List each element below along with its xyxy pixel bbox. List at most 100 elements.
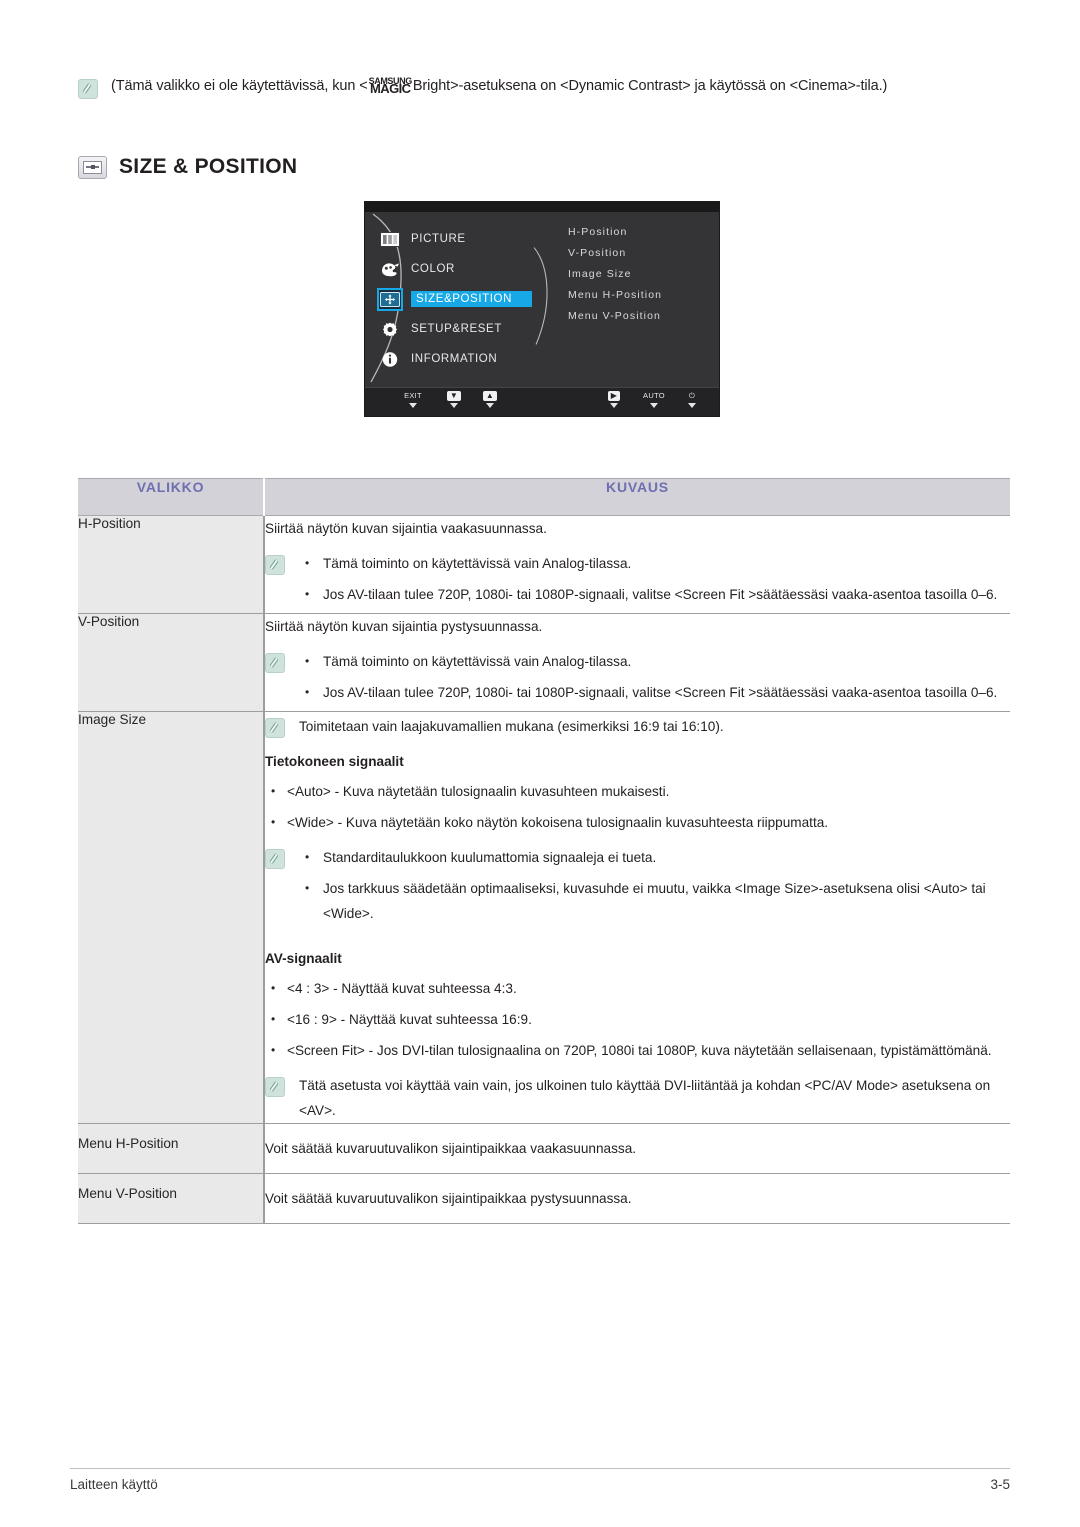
osd-button-auto-label: AUTO [643, 391, 665, 400]
table-cell-description: Voit säätää kuvaruutuvalikon sijaintipai… [264, 1173, 1010, 1224]
table-header-description: KUVAUS [264, 478, 1010, 516]
osd-button-power[interactable]: ⏻ [677, 391, 707, 408]
note-gutter [265, 649, 299, 676]
table-row: H-Position Siirtää näytön kuvan sijainti… [78, 515, 1010, 614]
osd-menu-item-setup-reset[interactable]: SETUP&RESET [379, 314, 569, 344]
bullet-item: <16 : 9> - Näyttää kuvat suhteessa 16:9. [265, 1007, 1010, 1032]
note-bullet: Jos tarkkuus säädetään optimaaliseksi, k… [299, 876, 1010, 926]
note-body: Standarditaulukkoon kuulumattomia signaa… [299, 845, 1010, 932]
top-note-text: (Tämä valikko ei ole käytettävissä, kun … [111, 76, 887, 96]
osd-submenu-item[interactable]: Menu V-Position [568, 306, 718, 327]
note-body: Tämä toiminto on käytettävissä vain Anal… [299, 551, 1010, 613]
osd-submenu-item[interactable]: Menu H-Position [568, 285, 718, 306]
row-lead-text: Siirtää näytön kuvan sijaintia pystysuun… [265, 619, 543, 634]
note-block: Tätä asetusta voi käyttää vain vain, jos… [265, 1073, 1010, 1123]
table-cell-description: Siirtää näytön kuvan sijaintia vaakasuun… [264, 515, 1010, 614]
osd-submenu-item[interactable]: Image Size [568, 264, 718, 285]
note-icon [265, 1077, 285, 1097]
osd-submenu-item[interactable]: H-Position [568, 222, 718, 243]
row-lead-text: Siirtää näytön kuvan sijaintia vaakasuun… [265, 521, 547, 536]
note-body: Tämä toiminto on käytettävissä vain Anal… [299, 649, 1010, 711]
table-cell-description: Voit säätää kuvaruutuvalikon sijaintipai… [264, 1123, 1010, 1174]
note-bullet-list: Tämä toiminto on käytettävissä vain Anal… [299, 649, 1010, 705]
osd-button-exit-label: EXIT [404, 391, 422, 400]
table-header-row: VALIKKO KUVAUS [78, 478, 1010, 516]
osd-menu-label: INFORMATION [411, 353, 498, 365]
bullet-item: <Screen Fit> - Jos DVI-tilan tulosignaal… [265, 1038, 1010, 1063]
size-position-icon-dot [91, 164, 95, 169]
page-footer: Laitteen käyttö 3-5 [70, 1477, 1010, 1492]
osd-submenu: H-Position V-Position Image Size Menu H-… [568, 222, 718, 327]
size-position-icon [377, 287, 403, 311]
caret-down-icon [409, 403, 417, 408]
color-icon [379, 260, 401, 279]
page-title: SIZE & POSITION [119, 155, 298, 178]
osd-menu-label: PICTURE [411, 233, 466, 245]
osd-submenu-item[interactable]: V-Position [568, 243, 718, 264]
note-block: Tämä toiminto on käytettävissä vain Anal… [265, 649, 1010, 711]
bullet-list-computer-signals: <Auto> - Kuva näytetään tulosignaalin ku… [265, 779, 1010, 835]
picture-icon [379, 230, 401, 249]
table-cell-menu: Image Size [78, 711, 265, 1124]
note-icon [265, 849, 285, 869]
up-arrow-key-icon: ▲ [473, 391, 507, 401]
table-row: Image Size Toimitetaan vain laajakuvamal… [78, 711, 1010, 1124]
table-cell-menu: H-Position [78, 515, 265, 614]
osd-button-auto[interactable]: AUTO [633, 391, 675, 408]
caret-down-icon [450, 403, 458, 408]
note-bullet: Tämä toiminto on käytettävissä vain Anal… [299, 551, 1010, 576]
footer-divider [70, 1468, 1010, 1469]
table-header-menu: VALIKKO [78, 478, 265, 516]
power-icon: ⏻ [688, 391, 696, 400]
caret-down-icon [688, 403, 696, 408]
note-bullet-list: Standarditaulukkoon kuulumattomia signaa… [299, 845, 1010, 926]
note-block: Standarditaulukkoon kuulumattomia signaa… [265, 845, 1010, 932]
bullet-item: <Auto> - Kuva näytetään tulosignaalin ku… [265, 779, 1010, 804]
sub-heading-av-signals: AV-signaalit [265, 951, 342, 966]
osd-body: PICTURE COLOR SIZE&POSITION SETUP&RESET … [365, 212, 719, 388]
note-block: Tämä toiminto on käytettävissä vain Anal… [265, 551, 1010, 613]
row-lead-text: Voit säätää kuvaruutuvalikon sijaintipai… [265, 1141, 637, 1156]
osd-menu-label: SIZE&POSITION [411, 291, 532, 307]
table-cell-menu: V-Position [78, 613, 265, 712]
section-heading: SIZE & POSITION [78, 155, 297, 179]
footer-page-number: 3-5 [990, 1477, 1010, 1492]
osd-menu-item-picture[interactable]: PICTURE [379, 224, 569, 254]
osd-menu-item-color[interactable]: COLOR [379, 254, 569, 284]
osd-screenshot: PICTURE COLOR SIZE&POSITION SETUP&RESET … [364, 201, 720, 417]
osd-menu-item-size-position[interactable]: SIZE&POSITION [377, 284, 569, 314]
osd-button-down[interactable]: ▼ [437, 391, 471, 408]
sub-heading-computer-signals: Tietokoneen signaalit [265, 754, 404, 769]
footer-chapter-title: Laitteen käyttö [70, 1477, 158, 1492]
note-gutter [265, 1073, 299, 1100]
osd-button-bar: EXIT ▼ ▲ ▶ AUTO ⏻ [365, 387, 719, 416]
table-row: V-Position Siirtää näytön kuvan sijainti… [78, 613, 1010, 712]
note-text: Toimitetaan vain laajakuvamallien mukana… [299, 719, 724, 734]
note-icon [265, 555, 285, 575]
note-bullet: Tämä toiminto on käytettävissä vain Anal… [299, 649, 1010, 674]
top-note: (Tämä valikko ei ole käytettävissä, kun … [78, 76, 1018, 99]
note-bullet-list: Tämä toiminto on käytettävissä vain Anal… [299, 551, 1010, 607]
table-cell-description: Siirtää näytön kuvan sijaintia pystysuun… [264, 613, 1010, 712]
osd-button-enter[interactable]: ▶ [597, 391, 631, 408]
osd-menu-label: COLOR [411, 263, 455, 275]
note-block: Toimitetaan vain laajakuvamallien mukana… [265, 714, 1010, 741]
enter-key-icon: ▶ [597, 391, 631, 401]
note-gutter [265, 714, 299, 741]
samsung-magic-logo: SAMSUNG MAGIC [369, 76, 413, 94]
osd-button-exit[interactable]: EXIT [393, 391, 433, 408]
note-gutter [265, 845, 299, 872]
table-row: Menu H-Position Voit säätää kuvaruutuval… [78, 1123, 1010, 1174]
caret-down-icon [486, 403, 494, 408]
note-bullet: Standarditaulukkoon kuulumattomia signaa… [299, 845, 1010, 870]
top-note-text-before: (Tämä valikko ei ole käytettävissä, kun … [111, 78, 368, 94]
table-cell-description: Toimitetaan vain laajakuvamallien mukana… [264, 711, 1010, 1124]
info-icon [379, 350, 401, 369]
osd-menu-item-information[interactable]: INFORMATION [379, 344, 569, 374]
osd-button-up[interactable]: ▲ [473, 391, 507, 408]
osd-topbar [365, 202, 719, 212]
down-arrow-key-icon: ▼ [437, 391, 471, 401]
size-position-icon [78, 155, 107, 179]
gear-icon [379, 320, 401, 339]
caret-down-icon [650, 403, 658, 408]
